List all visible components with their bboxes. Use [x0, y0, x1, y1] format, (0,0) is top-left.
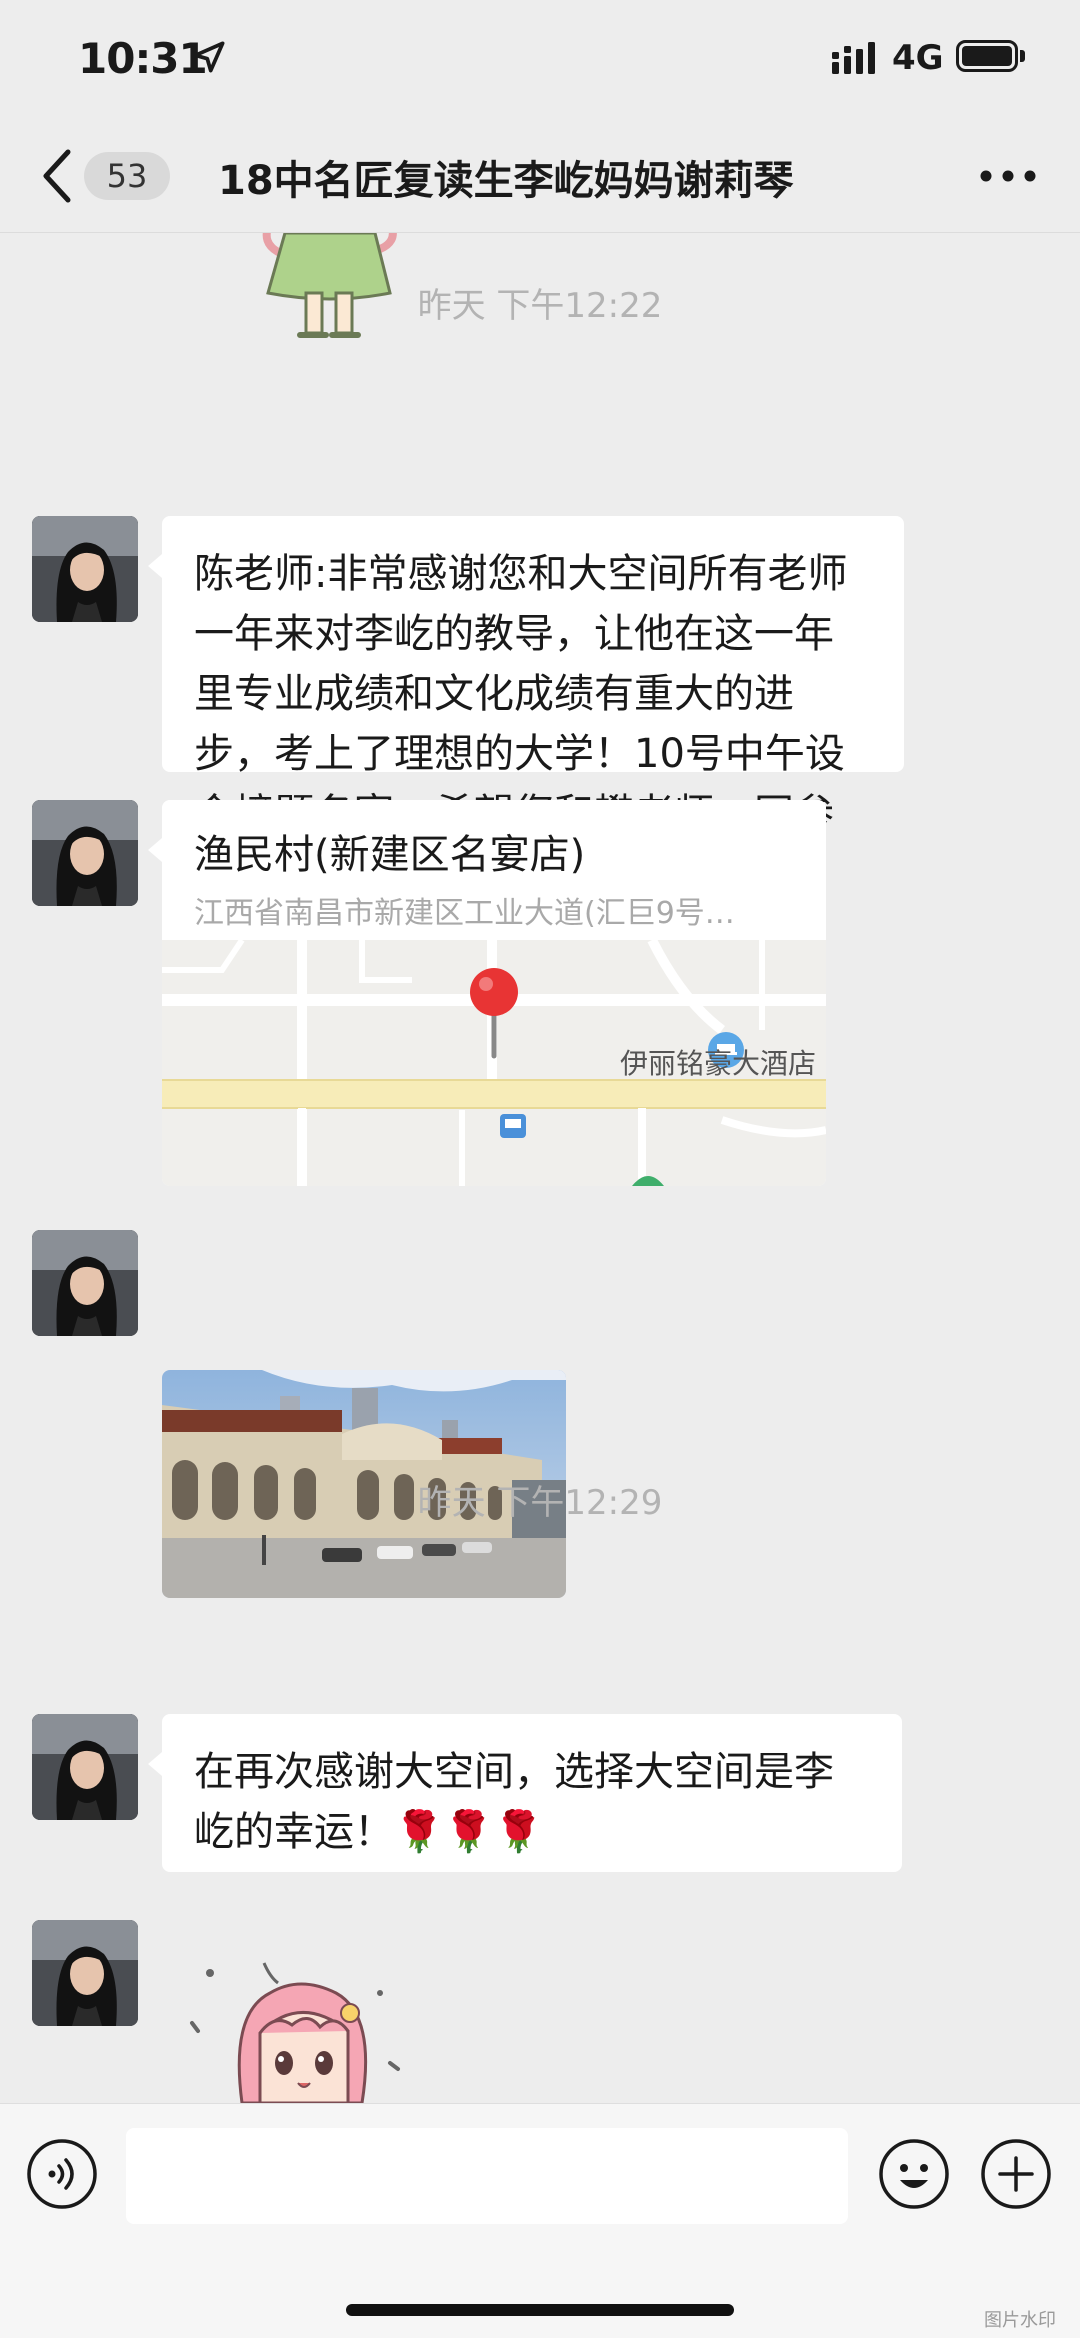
location-map[interactable]: 伊丽铭豪大酒店: [162, 940, 826, 1186]
emoji-icon[interactable]: [878, 2138, 950, 2210]
location-name: 渔民村(新建区名宴店): [194, 832, 586, 878]
battery-icon: [956, 40, 1018, 72]
message-text: 在再次感谢大空间，选择大空间是李屹的幸运！🌹🌹🌹: [194, 1749, 834, 1855]
avatar[interactable]: [32, 516, 138, 622]
message-bubble[interactable]: 陈老师:非常感谢您和大空间所有老师一年来对李屹的教导，让他在这一年里专业成绩和文…: [148, 516, 904, 897]
chat-message-list[interactable]: 昨天 下午12:22 陈老师:非常感谢您和大空间所有老师一年来对李屹的教导，让他…: [0, 233, 1080, 2103]
chat-title: 18中名匠复读生李屹妈妈谢莉琴: [218, 158, 794, 204]
chat-header: 53 18中名匠复读生李屹妈妈谢莉琴: [0, 120, 1080, 233]
status-time: 10:31: [78, 34, 208, 83]
battery-tip: [1020, 50, 1025, 62]
location-card[interactable]: 渔民村(新建区名宴店) 江西省南昌市新建区工业大道(汇巨9号… 伊丽铭豪大酒店: [148, 800, 826, 1186]
avatar[interactable]: [32, 1920, 138, 2026]
message-input[interactable]: [126, 2128, 848, 2224]
status-bar: 10:31 4G: [0, 0, 1080, 120]
avatar[interactable]: [32, 800, 138, 906]
more-options-icon[interactable]: [976, 150, 1040, 202]
message-input-bar: 图片水印: [0, 2103, 1080, 2338]
avatar-photo: [32, 1714, 138, 1820]
unread-count-badge[interactable]: 53: [84, 152, 170, 200]
time-separator: 昨天 下午12:29: [417, 1483, 663, 1523]
map-poi-label: 伊丽铭豪大酒店: [620, 1047, 817, 1080]
avatar-photo: [32, 1230, 138, 1336]
avatar-photo: [32, 516, 138, 622]
image-watermark: 图片水印: [984, 2310, 1056, 2331]
home-indicator: [346, 2304, 734, 2316]
voice-input-icon[interactable]: [26, 2138, 98, 2210]
location-arrow-icon: [193, 41, 225, 73]
avatar-photo: [32, 800, 138, 906]
avatar[interactable]: [32, 1714, 138, 1820]
add-attachment-icon[interactable]: [980, 2138, 1052, 2210]
location-address: 江西省南昌市新建区工业大道(汇巨9号…: [194, 896, 735, 931]
back-chevron-icon[interactable]: [36, 146, 76, 206]
signal-icon: [832, 42, 875, 74]
network-label: 4G: [892, 38, 944, 78]
message-bubble[interactable]: 在再次感谢大空间，选择大空间是李屹的幸运！🌹🌹🌹: [148, 1714, 902, 1872]
avatar[interactable]: [32, 1230, 138, 1336]
time-separator: 昨天 下午12:22: [417, 286, 663, 326]
girl-sticker[interactable]: [180, 1953, 420, 2103]
avatar-photo: [32, 1920, 138, 2026]
